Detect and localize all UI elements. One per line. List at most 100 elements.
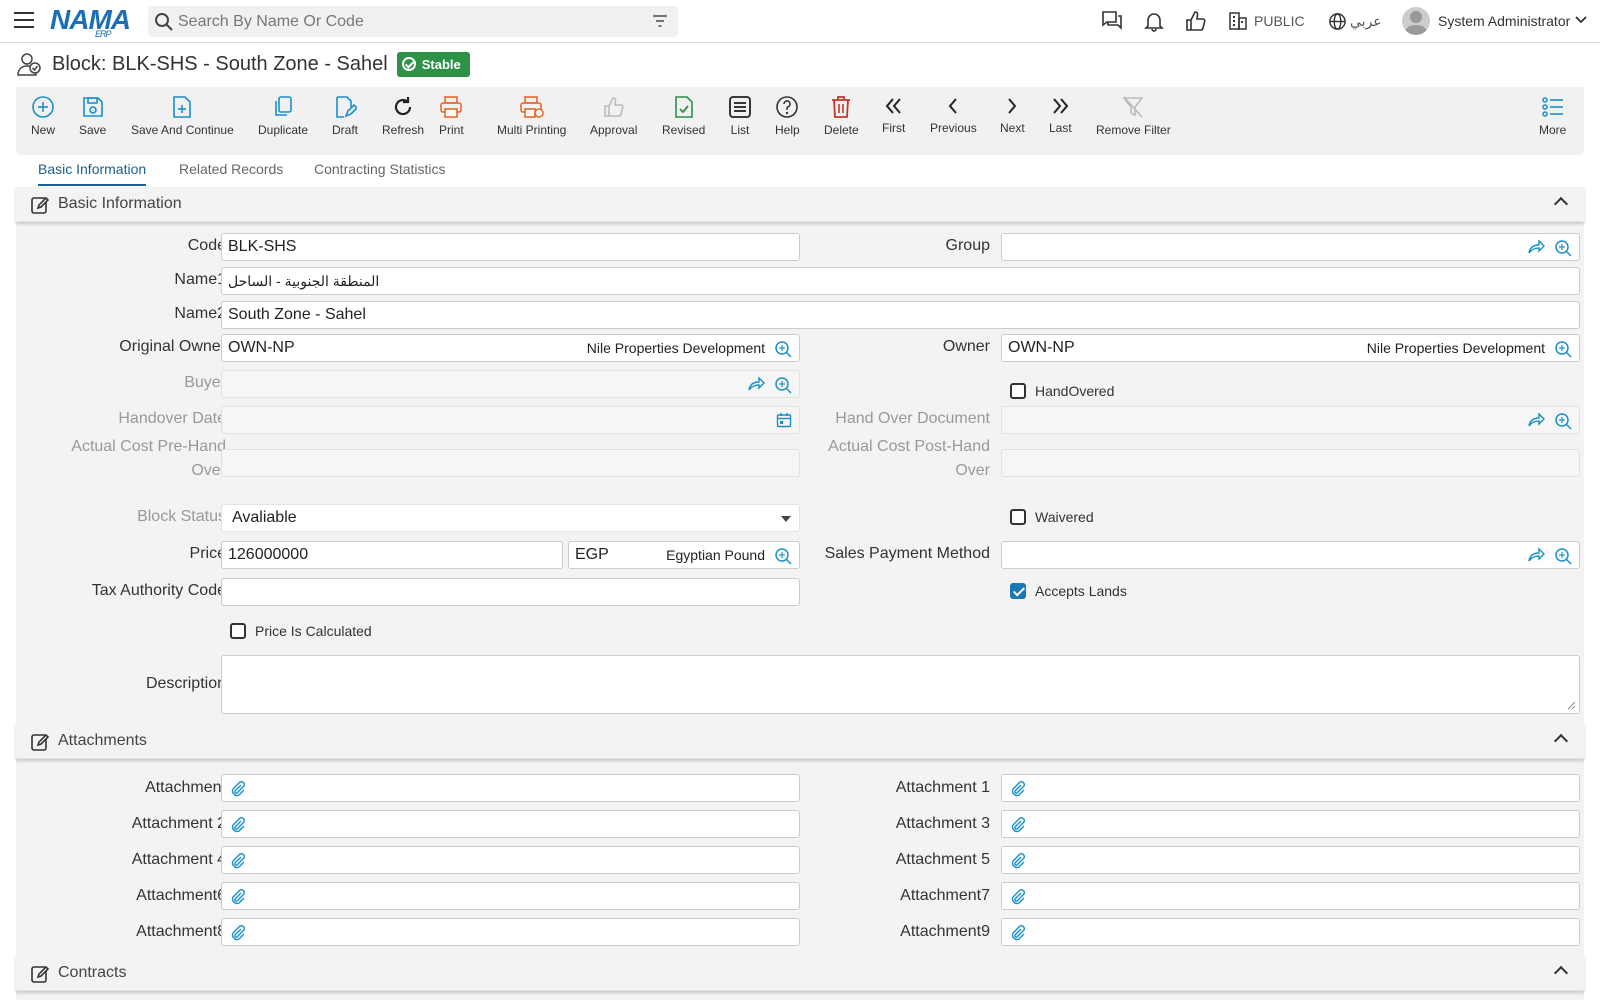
- language-switch[interactable]: عربي: [1350, 13, 1382, 30]
- paperclip-icon[interactable]: [1009, 924, 1027, 942]
- actual-cost-post-field[interactable]: [1001, 449, 1580, 477]
- code-field[interactable]: BLK-SHS: [221, 233, 800, 261]
- more-button[interactable]: More: [1539, 95, 1566, 137]
- collapse-icon[interactable]: [1553, 196, 1569, 212]
- paperclip-icon[interactable]: [229, 888, 247, 906]
- name1-field[interactable]: المنطقة الجنوبية - الساحل: [221, 267, 1580, 295]
- accepts-lands-checkbox[interactable]: [1010, 583, 1026, 599]
- multi-printing-button[interactable]: Multi Printing: [497, 95, 566, 137]
- tab-basic-information[interactable]: Basic Information: [38, 161, 147, 186]
- attachment-field[interactable]: [221, 774, 800, 802]
- owner-field[interactable]: OWN-NP Nile Properties Development: [1001, 334, 1580, 362]
- delete-button[interactable]: Delete: [824, 95, 859, 137]
- attachment-4-field[interactable]: [221, 846, 800, 874]
- draft-button[interactable]: Draft: [332, 95, 358, 137]
- paperclip-icon[interactable]: [1009, 888, 1027, 906]
- attachment-6-field[interactable]: [221, 882, 800, 910]
- share-icon[interactable]: [1527, 239, 1545, 255]
- price-is-calculated-checkbox[interactable]: [230, 623, 246, 639]
- group-field[interactable]: [1001, 233, 1580, 261]
- actual-cost-pre-field[interactable]: [221, 449, 800, 477]
- attachment-1-field[interactable]: [1001, 774, 1580, 802]
- attachment-2-field[interactable]: [221, 810, 800, 838]
- paperclip-icon[interactable]: [1009, 780, 1027, 798]
- new-button[interactable]: New: [31, 95, 55, 137]
- menu-icon[interactable]: [14, 12, 34, 28]
- lookup-search-icon[interactable]: [774, 376, 792, 394]
- name2-field[interactable]: South Zone - Sahel: [221, 301, 1580, 329]
- refresh-button[interactable]: Refresh: [382, 95, 424, 137]
- handovered-checkbox[interactable]: [1010, 383, 1026, 399]
- user-name[interactable]: System Administrator: [1438, 13, 1570, 29]
- collapse-icon[interactable]: [1553, 733, 1569, 749]
- code-value: BLK-SHS: [228, 238, 297, 255]
- paperclip-icon[interactable]: [229, 816, 247, 834]
- currency-field[interactable]: EGP Egyptian Pound: [568, 541, 800, 569]
- resize-handle-icon[interactable]: [1567, 701, 1576, 710]
- branch-label[interactable]: PUBLIC: [1254, 13, 1305, 29]
- price-field[interactable]: 126000000: [221, 541, 563, 569]
- attachment-8-field[interactable]: [221, 918, 800, 946]
- share-icon[interactable]: [1527, 412, 1545, 428]
- save-and-continue-button[interactable]: Save And Continue: [131, 95, 234, 137]
- paperclip-icon[interactable]: [1009, 816, 1027, 834]
- paperclip-icon[interactable]: [229, 924, 247, 942]
- tab-contracting-statistics[interactable]: Contracting Statistics: [314, 161, 446, 184]
- list-button[interactable]: List: [728, 95, 752, 137]
- handover-date-field[interactable]: [221, 406, 800, 434]
- avatar[interactable]: [1402, 7, 1430, 35]
- sales-payment-method-field[interactable]: [1001, 541, 1580, 569]
- paperclip-icon[interactable]: [229, 780, 247, 798]
- paperclip-icon[interactable]: [229, 852, 247, 870]
- help-button[interactable]: Help: [775, 95, 800, 137]
- lookup-search-icon[interactable]: [1554, 239, 1572, 257]
- waivered-checkbox[interactable]: [1010, 509, 1026, 525]
- revised-button[interactable]: Revised: [662, 95, 705, 137]
- collapse-icon[interactable]: [1553, 965, 1569, 981]
- last-button[interactable]: Last: [1049, 95, 1072, 135]
- trash-icon: [832, 96, 851, 118]
- description-textarea[interactable]: [221, 655, 1580, 714]
- attachment-9-field[interactable]: [1001, 918, 1580, 946]
- basic-information-section-header[interactable]: Basic Information: [16, 187, 1584, 222]
- paperclip-icon[interactable]: [1009, 852, 1027, 870]
- attachment-3-field[interactable]: [1001, 810, 1580, 838]
- attachment-5-field[interactable]: [1001, 846, 1580, 874]
- filter-icon[interactable]: [652, 14, 668, 28]
- tax-authority-code-field[interactable]: [221, 578, 800, 606]
- duplicate-button[interactable]: Duplicate: [258, 95, 308, 137]
- hand-over-document-field[interactable]: [1001, 406, 1580, 434]
- attachment-9-label: Attachment9: [900, 923, 990, 940]
- refresh-icon: [394, 97, 412, 116]
- save-button[interactable]: Save: [79, 95, 106, 137]
- share-icon[interactable]: [747, 376, 765, 392]
- block-status-select[interactable]: Avaliable: [221, 504, 800, 532]
- lookup-search-icon[interactable]: [1554, 547, 1572, 565]
- attachments-section-header[interactable]: Attachments: [16, 724, 1584, 759]
- chevron-down-icon[interactable]: [1575, 16, 1587, 24]
- buyer-field[interactable]: [221, 370, 800, 398]
- print-button[interactable]: Print: [439, 95, 464, 137]
- search-input[interactable]: [178, 6, 638, 37]
- chat-icon[interactable]: [1100, 10, 1124, 32]
- list-bullet-icon: [1541, 97, 1563, 117]
- lookup-search-icon[interactable]: [1554, 340, 1572, 358]
- logo[interactable]: NAMA ERP: [50, 4, 131, 39]
- block-status-label: Block Status: [137, 508, 226, 525]
- approval-button[interactable]: Approval: [590, 95, 637, 137]
- attachment-7-field[interactable]: [1001, 882, 1580, 910]
- globe-icon[interactable]: [1328, 12, 1347, 31]
- lookup-search-icon[interactable]: [1554, 412, 1572, 430]
- building-icon[interactable]: [1228, 10, 1248, 30]
- share-icon[interactable]: [1527, 547, 1545, 563]
- thumbs-up-icon[interactable]: [1185, 10, 1207, 32]
- previous-button[interactable]: Previous: [930, 95, 977, 135]
- bell-icon[interactable]: [1143, 10, 1165, 32]
- remove-filter-button[interactable]: Remove Filter: [1096, 95, 1171, 137]
- section-title: Basic Information: [58, 195, 182, 212]
- original-owner-field[interactable]: OWN-NP Nile Properties Development: [221, 334, 800, 362]
- first-button[interactable]: First: [882, 95, 905, 135]
- tab-related-records[interactable]: Related Records: [179, 161, 283, 184]
- next-button[interactable]: Next: [1000, 95, 1025, 135]
- contracts-section-header[interactable]: Contracts: [16, 956, 1584, 991]
